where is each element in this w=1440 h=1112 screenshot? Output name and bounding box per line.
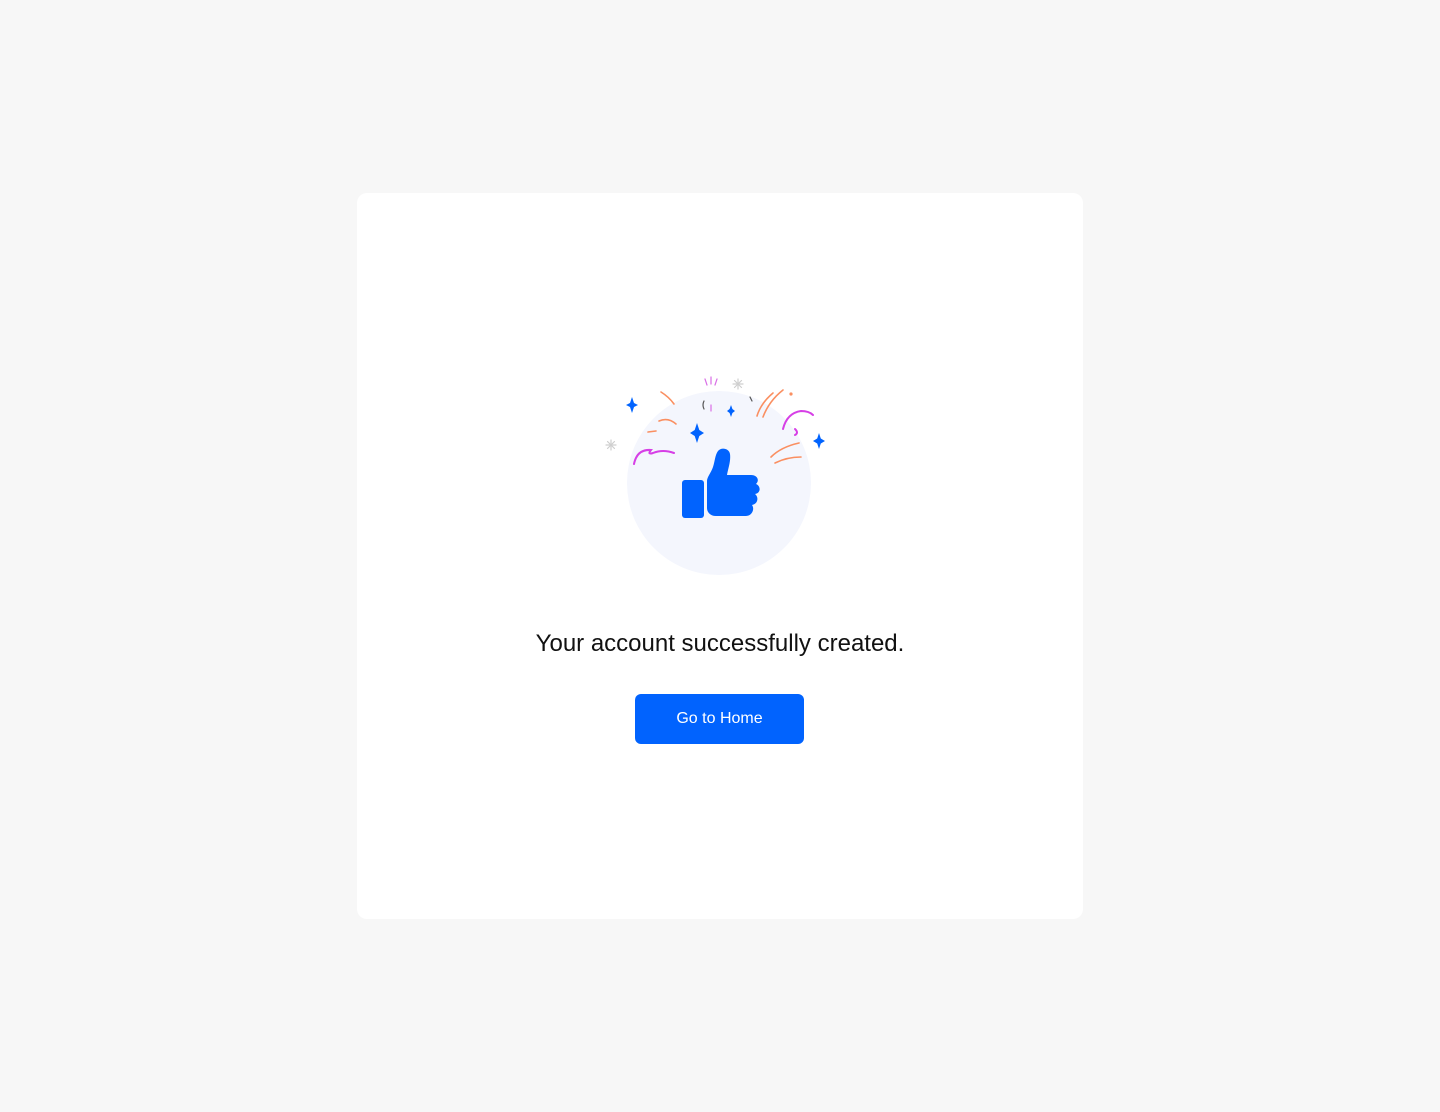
go-to-home-button[interactable]: Go to Home xyxy=(635,694,804,744)
success-illustration xyxy=(601,373,831,583)
blue-sparkle-icon xyxy=(813,433,825,449)
blue-sparkle-icon xyxy=(626,397,638,413)
celebration-graphic xyxy=(605,376,825,575)
gray-sparkle-icon xyxy=(605,439,617,451)
gray-sparkle-icon xyxy=(732,378,744,390)
success-message: Your account successfully created. xyxy=(535,630,905,657)
success-card: Your account successfully created. Go to… xyxy=(357,193,1083,919)
